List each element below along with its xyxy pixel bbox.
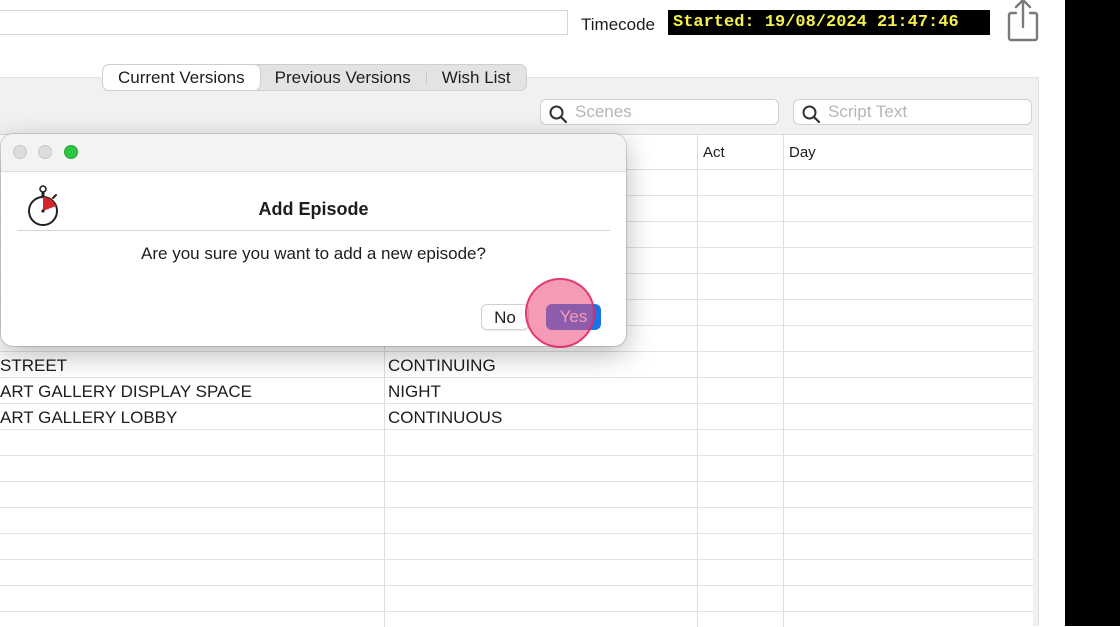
row-divider [0, 533, 1033, 534]
search-icon [802, 105, 820, 123]
scenes-search-input[interactable] [575, 102, 765, 122]
title-field[interactable] [0, 10, 568, 35]
tab-wish-list[interactable]: Wish List [427, 65, 526, 90]
row-divider [0, 351, 1033, 352]
row-location-cell[interactable]: ART GALLERY LOBBY [0, 405, 177, 431]
dialog-divider [17, 230, 610, 231]
yes-button[interactable]: Yes [546, 304, 601, 330]
timecode-display: Started: 19/08/2024 21:47:46 [668, 10, 990, 35]
row-divider [0, 507, 1033, 508]
row-time-cell[interactable]: CONTINUING [388, 353, 496, 379]
share-icon [1007, 0, 1039, 42]
row-time-cell[interactable]: NIGHT [388, 379, 441, 405]
search-icon [549, 105, 567, 123]
dialog-titlebar [1, 134, 626, 172]
row-divider [0, 481, 1033, 482]
row-divider [0, 455, 1033, 456]
version-tabs: Current Versions Previous Versions Wish … [102, 64, 527, 91]
row-location-cell[interactable]: ART GALLERY DISPLAY SPACE [0, 379, 252, 405]
dialog-title: Add Episode [258, 199, 369, 219]
column-divider [783, 135, 784, 627]
dialog-message: Are you sure you want to add a new episo… [141, 244, 486, 263]
add-episode-dialog: Add Episode Are you sure you want to add… [1, 134, 626, 346]
column-divider [697, 135, 698, 627]
column-header-act[interactable]: Act [697, 135, 783, 169]
script-text-search-input[interactable] [828, 102, 1018, 122]
screen-edge [1065, 0, 1120, 626]
row-divider [0, 559, 1033, 560]
minimize-window-button[interactable] [38, 145, 52, 159]
row-divider [0, 585, 1033, 586]
row-time-cell[interactable]: CONTINUOUS [388, 405, 502, 431]
close-window-button[interactable] [13, 145, 27, 159]
row-location-cell[interactable]: STREET [0, 353, 67, 379]
no-button[interactable]: No [481, 304, 529, 330]
script-text-search[interactable] [793, 99, 1032, 125]
row-divider [0, 611, 1033, 612]
tab-previous-versions[interactable]: Previous Versions [260, 65, 426, 90]
stopwatch-icon [28, 185, 58, 226]
tab-current-versions[interactable]: Current Versions [103, 65, 260, 90]
timecode-label: Timecode [581, 15, 656, 34]
scenes-search[interactable] [540, 99, 779, 125]
column-header-day[interactable]: Day [783, 135, 1033, 169]
row-divider [0, 377, 1033, 378]
zoom-window-button[interactable] [64, 145, 78, 159]
share-button[interactable] [1003, 0, 1043, 42]
